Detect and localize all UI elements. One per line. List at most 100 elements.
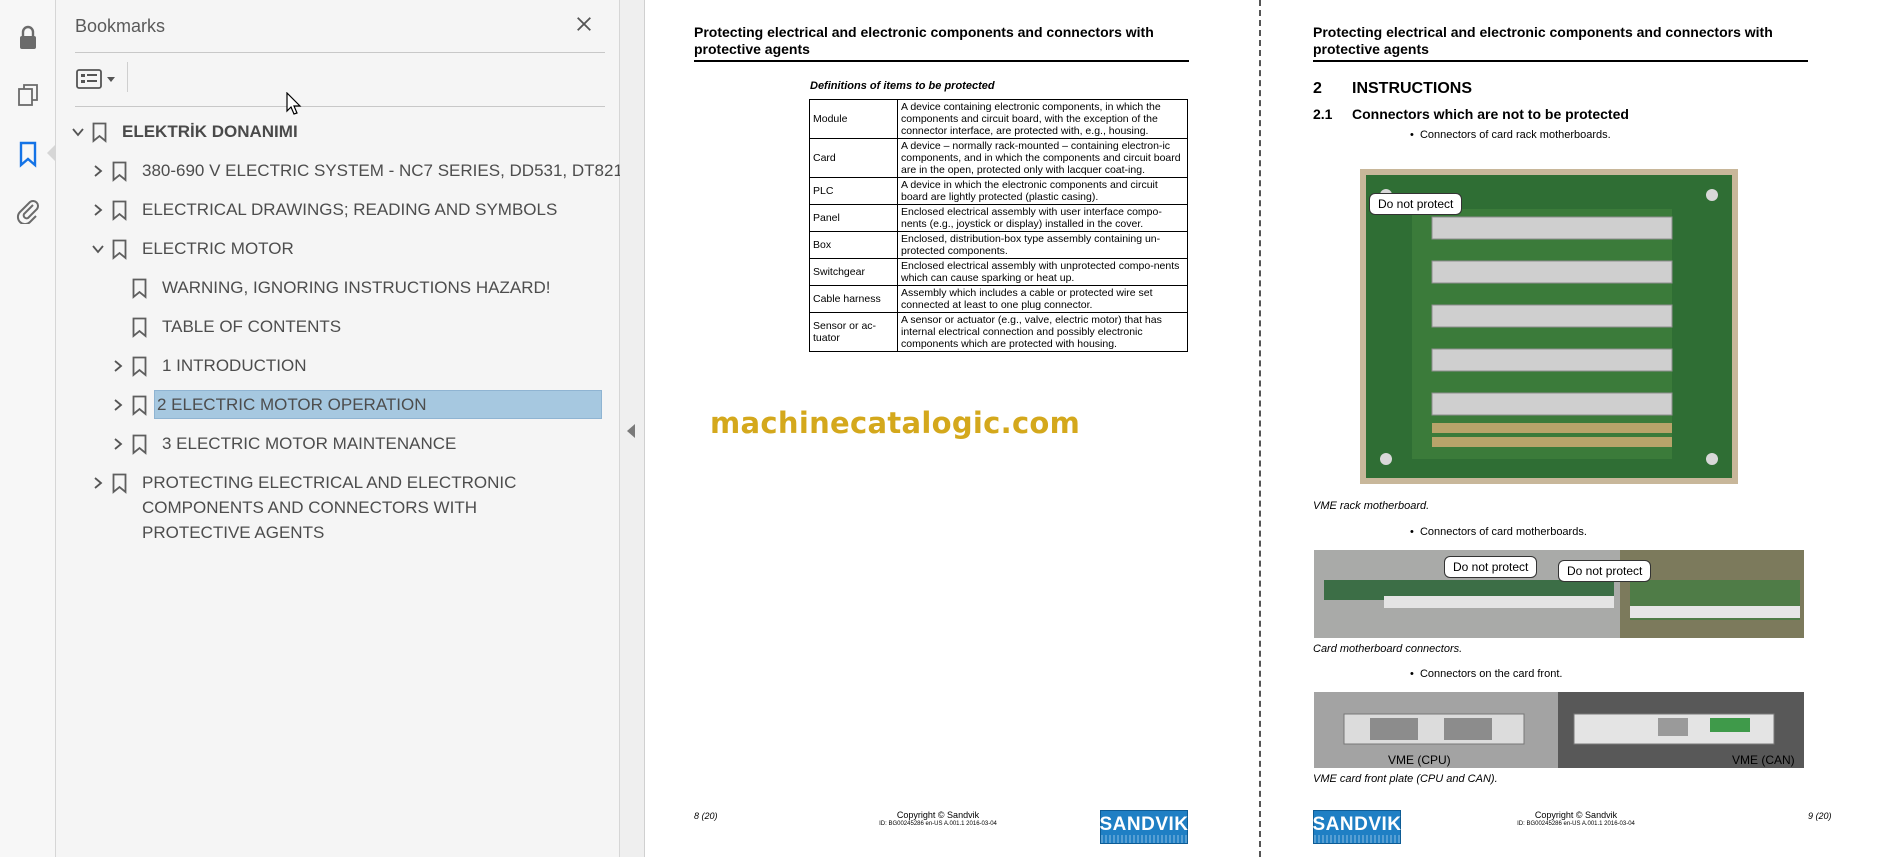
- bookmark-item[interactable]: ELECTRICAL DRAWINGS; READING AND SYMBOLS: [88, 195, 557, 225]
- bookmark-icon: [108, 468, 130, 498]
- table-cell: Panel: [809, 204, 898, 232]
- do-not-protect-callout: Do not protect: [1444, 556, 1538, 578]
- page-header: Protecting electrical and electronic com…: [694, 24, 1189, 62]
- bullet-text: Connectors of card motherboards.: [1419, 526, 1587, 538]
- collapse-arrow-icon[interactable]: [627, 424, 635, 438]
- close-icon[interactable]: [572, 12, 596, 36]
- table-row: Cable harness Assembly which includes a c…: [809, 285, 1188, 313]
- bookmark-label: ELECTRICAL DRAWINGS; READING AND SYMBOLS: [142, 200, 558, 219]
- bookmark-label: 2 ELECTRIC MOTOR OPERATION: [154, 390, 602, 419]
- bookmark-item[interactable]: ELECTRIC MOTOR: [88, 234, 294, 264]
- bookmark-options-button[interactable]: [75, 64, 121, 94]
- do-not-protect-callout: Do not protect: [1558, 560, 1652, 582]
- pdf-page-right: Protecting electrical and electronic com…: [1266, 0, 1877, 857]
- section-number: 2: [1313, 80, 1322, 97]
- bookmark-item-selected[interactable]: 2 ELECTRIC MOTOR OPERATION: [108, 390, 602, 420]
- chevron-right-icon[interactable]: [88, 156, 108, 186]
- chevron-right-icon[interactable]: [108, 390, 128, 420]
- page-header: Protecting electrical and electronic com…: [1313, 24, 1808, 62]
- pages-icon[interactable]: [8, 75, 48, 115]
- photo-caption: VME rack motherboard.: [1313, 500, 1430, 512]
- panel-collapse-handle[interactable]: [620, 0, 645, 857]
- do-not-protect-callout: Do not protect: [1369, 193, 1463, 215]
- table-cell: Enclosed electrical assembly with unprot…: [897, 258, 1188, 286]
- table-row: PLC A device in which the electronic comp…: [809, 177, 1188, 205]
- bookmark-icon: [108, 195, 130, 225]
- sandvik-logo: SANDVIK: [1100, 810, 1188, 844]
- tool-rail: [0, 0, 56, 857]
- bookmark-icon[interactable]: [8, 134, 48, 174]
- pdf-page-left: Protecting electrical and electronic com…: [646, 0, 1258, 857]
- bookmark-icon: [108, 156, 130, 186]
- bookmark-item[interactable]: TABLE OF CONTENTS: [128, 312, 341, 342]
- active-pointer: [47, 144, 56, 162]
- footer-copyright: Copyright © Sandvik ID: BG00245286 en-US…: [848, 811, 1028, 829]
- copyright-text: Copyright © Sandvik: [1534, 810, 1618, 820]
- table-cell: Assembly which includes a cable or prote…: [897, 285, 1188, 313]
- bookmarks-panel: Bookmarks ELEKTRİK DONANIMI 380-690 V EL…: [56, 0, 623, 857]
- bookmark-icon: [128, 390, 150, 420]
- bookmark-icon: [128, 273, 150, 303]
- subsection-title: Connectors which are not to be protected: [1352, 106, 1629, 122]
- bookmark-label: TABLE OF CONTENTS: [162, 317, 342, 336]
- mouse-cursor-icon: [286, 92, 302, 115]
- chevron-down-icon[interactable]: [88, 234, 108, 264]
- chevron-right-icon[interactable]: [88, 468, 108, 498]
- divider: [75, 106, 605, 107]
- page-divider: [1259, 0, 1261, 857]
- bookmark-item[interactable]: PROTECTING ELECTRICAL AND ELECTRONIC COM…: [88, 468, 582, 542]
- list-options-icon: [76, 69, 115, 89]
- table-row: Card A device – normally rack-mounted – c…: [809, 138, 1188, 178]
- chevron-right-icon[interactable]: [88, 195, 108, 225]
- bookmark-label: 380-690 V ELECTRIC SYSTEM - NC7 SERIES, …: [142, 161, 623, 180]
- table-cell: Box: [809, 231, 898, 259]
- bookmark-label: ELECTRIC MOTOR: [142, 239, 294, 258]
- chevron-right-icon[interactable]: [108, 351, 128, 381]
- page-number: 9 (20): [1808, 811, 1832, 821]
- table-cell: A device – normally rack-mounted – conta…: [897, 138, 1188, 178]
- bullet-item: • Connectors of card motherboards.: [1410, 526, 1587, 538]
- bookmark-icon: [88, 117, 110, 147]
- table-row: Sensor or ac-tuator A sensor or actuator …: [809, 312, 1188, 352]
- copyright-text: Copyright © Sandvik: [896, 810, 980, 820]
- bookmark-icon: [128, 429, 150, 459]
- table-cell: Cable harness: [809, 285, 898, 313]
- lock-icon[interactable]: [8, 18, 48, 58]
- photo-label: VME (CAN): [1732, 753, 1795, 767]
- bookmark-label: ELEKTRİK DONANIMI: [122, 122, 298, 141]
- subsection-number: 2.1: [1313, 106, 1333, 122]
- footer-copyright: Copyright © Sandvik ID: BG00245286 en-US…: [1486, 811, 1666, 829]
- photo-label: VME (CPU): [1388, 753, 1451, 767]
- table-cell: Card: [809, 138, 898, 178]
- table-row: Panel Enclosed electrical assembly with u…: [809, 204, 1188, 232]
- table-cell: Enclosed, distribution-box type assembly…: [897, 231, 1188, 259]
- page-number: 8 (20): [694, 811, 718, 821]
- rack-motherboard-photo: [1360, 169, 1738, 484]
- bookmark-label: PROTECTING ELECTRICAL AND ELECTRONIC COM…: [142, 473, 517, 542]
- bullet-text: Connectors of card rack motherboards.: [1419, 129, 1611, 141]
- bookmark-item[interactable]: 380-690 V ELECTRIC SYSTEM - NC7 SERIES, …: [88, 156, 623, 186]
- bookmark-item[interactable]: 3 ELECTRIC MOTOR MAINTENANCE: [108, 429, 456, 459]
- sandvik-logo: SANDVIK: [1313, 810, 1401, 844]
- table-cell: Enclosed electrical assembly with user i…: [897, 204, 1188, 232]
- bookmark-label: WARNING, IGNORING INSTRUCTIONS HAZARD!: [162, 278, 551, 297]
- table-row: Box Enclosed, distribution-box type assem…: [809, 231, 1188, 259]
- bookmark-item[interactable]: ELEKTRİK DONANIMI: [68, 117, 298, 147]
- table-cell: PLC: [809, 177, 898, 205]
- bookmark-icon: [108, 234, 130, 264]
- bullet-item: • Connectors on the card front.: [1410, 668, 1563, 680]
- table-row: Module A device containing electronic com…: [809, 99, 1188, 139]
- doc-id: ID: BG00245286 en-US A.001.1 2016-03-04: [879, 821, 997, 827]
- divider: [75, 52, 605, 53]
- chevron-right-icon[interactable]: [108, 429, 128, 459]
- chevron-down-icon[interactable]: [68, 117, 88, 147]
- bookmark-item[interactable]: 1 INTRODUCTION: [108, 351, 307, 381]
- attachment-icon[interactable]: [8, 190, 48, 230]
- bookmark-icon: [128, 351, 150, 381]
- table-cell: A sensor or actuator (e.g., valve, elect…: [897, 312, 1188, 352]
- bookmark-item[interactable]: WARNING, IGNORING INSTRUCTIONS HAZARD!: [128, 273, 551, 303]
- document-view[interactable]: Protecting electrical and electronic com…: [646, 0, 1877, 857]
- table-row: Switchgear Enclosed electrical assembly w…: [809, 258, 1188, 286]
- photo-caption: VME card front plate (CPU and CAN).: [1313, 773, 1498, 785]
- bullet-text: Connectors on the card front.: [1419, 668, 1563, 680]
